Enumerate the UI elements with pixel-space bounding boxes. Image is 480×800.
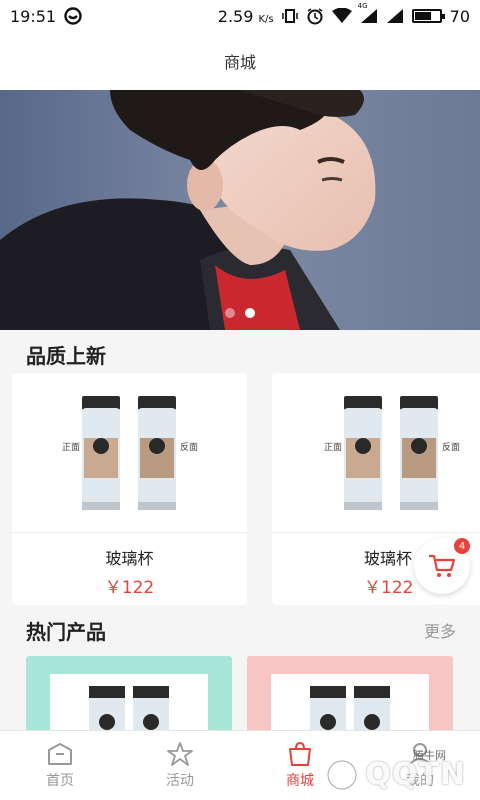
watermark-small-text: 腾牛网 <box>413 749 446 762</box>
cup-image <box>310 686 390 736</box>
nav-label-activity: 活动 <box>166 772 194 789</box>
wifi-icon <box>331 8 352 23</box>
nav-label-home: 首页 <box>46 772 74 789</box>
carousel-dots <box>0 308 480 318</box>
cart-icon <box>429 554 456 577</box>
cup-back-label: 反面 <box>442 442 460 453</box>
home-icon <box>48 742 72 765</box>
banner-carousel[interactable] <box>0 90 480 330</box>
carousel-dot-2[interactable] <box>245 308 255 318</box>
carousel-dot-1[interactable] <box>225 308 235 318</box>
cart-badge: 4 <box>454 538 470 554</box>
banner-image <box>0 90 480 330</box>
app-notification-icon <box>64 7 82 25</box>
nav-item-home[interactable]: 首页 <box>0 731 120 800</box>
watermark-logo-icon <box>325 758 359 791</box>
network-speed: 2.59 K/s <box>217 6 274 26</box>
star-icon <box>167 741 193 766</box>
cup-image: 正面 反面 <box>324 395 460 510</box>
cup-back-label: 反面 <box>180 442 198 453</box>
cell-signal-2-icon <box>386 9 403 23</box>
product-card-1[interactable]: 正面 反面 玻璃杯 ￥122 <box>12 373 247 605</box>
status-bar: 19:51 2.59 K/s 4G 70 <box>0 0 480 32</box>
section-title-new: 品质上新 <box>26 344 106 368</box>
product-name: 玻璃杯 <box>105 549 154 568</box>
product-price: ￥122 <box>104 578 155 598</box>
section-title-hot: 热门产品 <box>26 620 106 644</box>
battery-icon <box>411 9 445 23</box>
vibrate-icon <box>281 9 298 23</box>
cup-front-label: 正面 <box>62 442 80 453</box>
cup-image <box>89 686 169 736</box>
cell-signal-icon: 4G <box>358 2 378 24</box>
title-bar: 商城 <box>0 32 480 90</box>
watermark: QQTN 腾牛网 <box>325 749 466 792</box>
battery-level: 70 <box>449 6 470 26</box>
nav-label-shop: 商城 <box>286 772 314 789</box>
floating-cart-button[interactable]: 4 <box>414 538 470 594</box>
cup-front-label: 正面 <box>324 442 342 453</box>
shop-bag-icon <box>289 741 311 766</box>
more-link[interactable]: 更多 <box>424 618 456 642</box>
cup-image: 正面 反面 <box>62 395 198 510</box>
product-image: 正面 反面 <box>12 373 247 533</box>
status-time: 19:51 <box>10 6 57 26</box>
product-image: 正面 反面 <box>272 373 480 533</box>
nav-item-activity[interactable]: 活动 <box>120 731 240 800</box>
alarm-icon <box>307 8 323 25</box>
page-title: 商城 <box>223 53 256 72</box>
